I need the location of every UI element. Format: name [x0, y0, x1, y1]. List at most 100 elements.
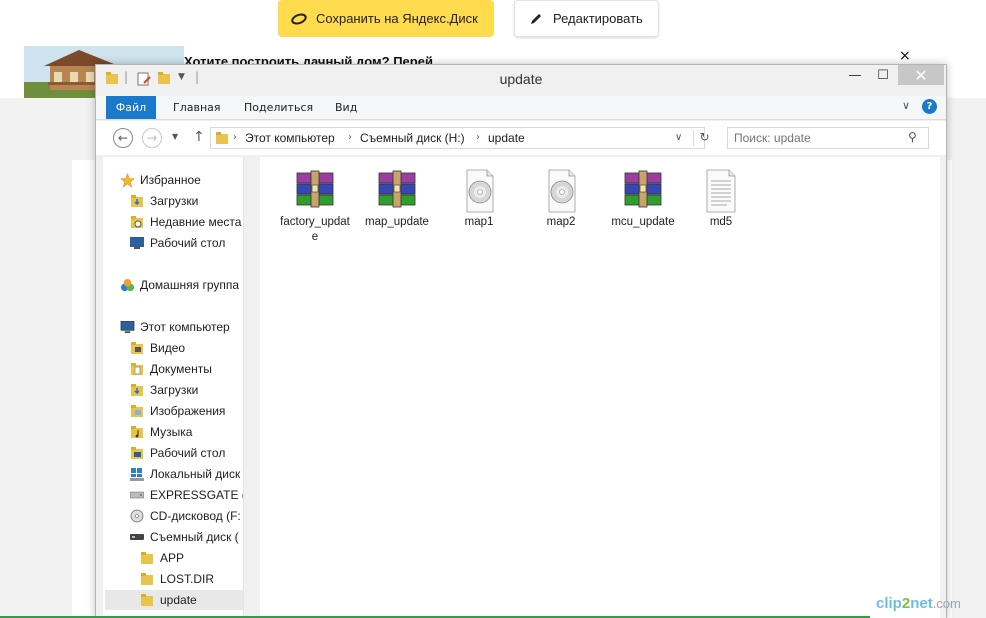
- minimize-button[interactable]: —: [841, 65, 869, 85]
- tab-home[interactable]: Главная: [173, 96, 221, 119]
- nav-label: APP: [160, 551, 185, 565]
- maximize-button[interactable]: ☐: [869, 65, 897, 85]
- nav-label: Рабочий стол: [150, 446, 226, 460]
- navigation-pane: Избранное Загрузки Недавние места Рабочи…: [103, 157, 244, 618]
- nav-downloads[interactable]: Загрузки: [129, 380, 198, 400]
- desktop-icon: [129, 235, 145, 251]
- edit-label: Редактировать: [553, 11, 643, 26]
- up-button[interactable]: ↑: [193, 129, 205, 145]
- cd-drive-icon: [129, 508, 145, 524]
- documents-folder-icon: [129, 361, 145, 377]
- refresh-icon[interactable]: ↻: [693, 130, 715, 146]
- search-icon[interactable]: ⚲: [908, 130, 917, 144]
- close-button[interactable]: ✕: [898, 65, 944, 85]
- search-box[interactable]: ⚲: [727, 127, 929, 149]
- desktop-folder-icon: [129, 445, 145, 461]
- file-list: factory_update map_update map1 map2 mcu_…: [260, 157, 940, 618]
- file-item[interactable]: map1: [442, 167, 516, 230]
- rar-archive-icon: [373, 167, 421, 215]
- nav-desktop-fav[interactable]: Рабочий стол: [129, 233, 225, 253]
- removable-drive-icon: [129, 529, 145, 545]
- nav-desktop[interactable]: Рабочий стол: [129, 443, 225, 463]
- tab-file[interactable]: Файл: [106, 96, 156, 119]
- nav-local-disk[interactable]: Локальный диск: [129, 464, 240, 484]
- nav-music[interactable]: Музыка: [129, 422, 192, 442]
- windows-drive-icon: [129, 466, 145, 482]
- recent-locations-chevron-icon[interactable]: ▼: [172, 132, 178, 141]
- folder-icon: [139, 571, 155, 587]
- nav-homegroup[interactable]: Домашняя группа: [119, 275, 239, 295]
- nav-recent-places[interactable]: Недавние места: [129, 212, 241, 232]
- disc-image-icon: [537, 167, 585, 215]
- file-name: map1: [464, 216, 494, 228]
- nav-folder-app[interactable]: APP: [139, 548, 184, 568]
- nav-expressgate[interactable]: EXPRESSGATE (D: [129, 485, 243, 505]
- nav-label: Домашняя группа: [140, 278, 240, 292]
- file-name: map_update: [365, 216, 429, 228]
- edit-button[interactable]: Редактировать: [514, 0, 659, 37]
- star-icon: [119, 172, 135, 188]
- file-item[interactable]: md5: [684, 167, 758, 230]
- nav-this-pc[interactable]: Этот компьютер: [119, 317, 230, 337]
- rar-archive-icon: [619, 167, 667, 215]
- breadcrumb-removable-disk[interactable]: Съемный диск (H:): [360, 131, 465, 145]
- tab-view[interactable]: Вид: [335, 96, 357, 119]
- file-name: mcu_update: [611, 216, 675, 228]
- help-icon[interactable]: ?: [922, 99, 937, 114]
- nav-label: Видео: [150, 341, 186, 355]
- yandex-toolbar: Сохранить на Яндекс.Диск Редактировать: [0, 0, 986, 50]
- title-bar[interactable]: | ▼ | update — ☐ ✕: [96, 65, 946, 95]
- back-button[interactable]: ←: [113, 128, 133, 148]
- breadcrumb-update[interactable]: update: [488, 131, 525, 145]
- explorer-window: | ▼ | update — ☐ ✕ Файл Главная Поделить…: [95, 64, 947, 618]
- nav-label: Изображения: [150, 404, 226, 418]
- watermark-part: 2: [901, 595, 911, 612]
- nav-downloads-fav[interactable]: Загрузки: [129, 191, 198, 211]
- text-file-icon: [697, 167, 745, 215]
- pictures-folder-icon: [129, 403, 145, 419]
- tab-share[interactable]: Поделиться: [244, 96, 313, 119]
- yandex-disk-icon: [290, 13, 308, 25]
- file-item[interactable]: map2: [524, 167, 598, 230]
- nav-videos[interactable]: Видео: [129, 338, 185, 358]
- file-item[interactable]: factory_update: [278, 167, 352, 245]
- clip2net-watermark: clip2net.com: [876, 595, 961, 612]
- search-input[interactable]: [734, 130, 904, 146]
- file-item[interactable]: mcu_update: [606, 167, 680, 230]
- crumb-separator-icon[interactable]: ›: [233, 132, 237, 143]
- nav-removable-disk[interactable]: Съемный диск (: [129, 527, 239, 547]
- expand-ribbon-icon[interactable]: ∨: [902, 99, 910, 112]
- nav-label: Локальный диск: [150, 467, 241, 481]
- nav-pictures[interactable]: Изображения: [129, 401, 225, 421]
- music-folder-icon: [129, 424, 145, 440]
- crumb-separator-icon[interactable]: ›: [348, 132, 352, 143]
- homegroup-icon: [119, 277, 135, 293]
- nav-cd-drive[interactable]: CD-дисковод (F:: [129, 506, 241, 526]
- nav-label: Избранное: [140, 173, 201, 187]
- folder-icon: [139, 592, 155, 608]
- nav-label: EXPRESSGATE (D: [150, 488, 243, 502]
- ad-close-button[interactable]: ×: [899, 48, 911, 64]
- address-dropdown-icon[interactable]: ∨: [675, 132, 682, 143]
- nav-label: Рабочий стол: [150, 236, 226, 250]
- breadcrumb-this-pc[interactable]: Этот компьютер: [245, 131, 335, 145]
- crumb-separator-icon[interactable]: ›: [476, 132, 480, 143]
- nav-pane-scrollbar[interactable]: [246, 157, 260, 618]
- nav-favorites[interactable]: Избранное: [119, 170, 201, 190]
- rar-archive-icon: [291, 167, 339, 215]
- nav-label: Загрузки: [150, 194, 199, 208]
- recent-places-icon: [129, 214, 145, 230]
- pencil-icon: [527, 12, 545, 26]
- downloads-folder-icon: [129, 193, 145, 209]
- drive-icon: [129, 487, 145, 503]
- address-bar[interactable]: › Этот компьютер › Съемный диск (H:) › u…: [210, 127, 710, 149]
- save-to-yandex-disk-button[interactable]: Сохранить на Яндекс.Диск: [278, 0, 494, 37]
- nav-folder-update[interactable]: update: [105, 590, 243, 610]
- file-item[interactable]: map_update: [360, 167, 434, 230]
- watermark-part: clip: [876, 595, 902, 612]
- nav-label: CD-дисковод (F:: [150, 509, 241, 523]
- nav-folder-lost-dir[interactable]: LOST.DIR: [139, 569, 214, 589]
- window-title: update: [499, 71, 543, 87]
- forward-button[interactable]: →: [142, 128, 162, 148]
- nav-documents[interactable]: Документы: [129, 359, 212, 379]
